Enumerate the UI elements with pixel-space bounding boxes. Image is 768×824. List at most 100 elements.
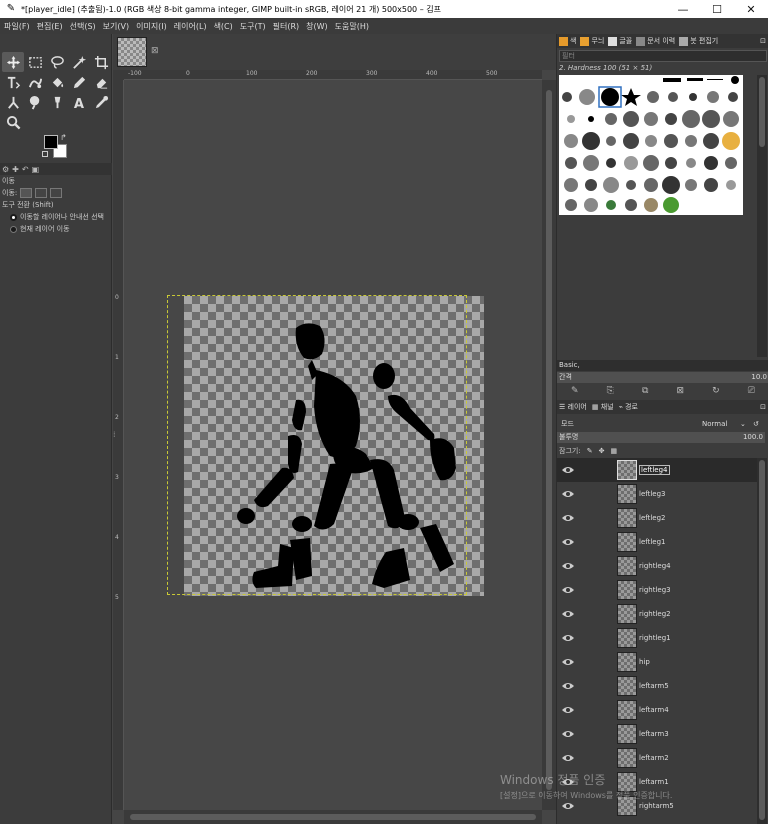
image-tab-close-icon[interactable]: ⊠	[151, 46, 159, 56]
move-selection-mode-button[interactable]	[35, 188, 48, 198]
visibility-eye-icon[interactable]	[561, 585, 575, 595]
warp-icon[interactable]	[24, 72, 46, 92]
image-layer[interactable]	[184, 296, 484, 596]
move-path-mode-button[interactable]	[50, 188, 63, 198]
horizontal-scroll-thumb[interactable]	[130, 814, 536, 820]
smudge-icon[interactable]	[24, 92, 46, 112]
open-brush-folder-icon[interactable]: ⎚	[748, 386, 755, 396]
reset-colors-icon[interactable]	[42, 151, 48, 157]
menu-image[interactable]: 이미지(I)	[136, 21, 167, 32]
mode-reset-icon[interactable]: ↺	[753, 420, 759, 428]
canvas-expand-handle-icon[interactable]: ⁞	[113, 430, 116, 439]
option-pick-layer[interactable]: 이동할 레이어나 안내선 선택	[0, 211, 112, 223]
layer-name[interactable]: rightleg1	[639, 634, 671, 642]
visibility-eye-icon[interactable]	[561, 537, 575, 547]
brush-scrollbar[interactable]	[757, 75, 767, 357]
zoom-icon[interactable]	[2, 112, 24, 132]
pencil-icon[interactable]	[68, 72, 90, 92]
image-tab-thumbnail[interactable]	[117, 37, 147, 67]
images-tab-icon[interactable]: ▣	[32, 165, 40, 174]
lock-position-icon[interactable]: ✥	[599, 447, 605, 455]
tab-colors[interactable]: 색	[559, 36, 576, 46]
tab-channels[interactable]: ▦ 채널	[592, 402, 614, 412]
layer-row[interactable]: rightarm5	[557, 794, 757, 818]
layer-row[interactable]: leftleg4	[557, 458, 757, 482]
tab-document-history[interactable]: 문서 이력	[636, 36, 675, 46]
swap-colors-icon[interactable]: ↱	[60, 133, 67, 142]
eraser-icon[interactable]	[90, 72, 112, 92]
brush-scroll-thumb[interactable]	[759, 77, 765, 147]
layer-list-scroll-thumb[interactable]	[759, 460, 765, 820]
horizontal-scrollbar[interactable]	[124, 810, 542, 824]
layer-row[interactable]: leftarm3	[557, 722, 757, 746]
lock-alpha-icon[interactable]: ▦	[610, 447, 617, 455]
menu-windows[interactable]: 창(W)	[306, 21, 328, 32]
option-move-active[interactable]: 현재 레이어 이동	[0, 223, 112, 235]
tab-paths[interactable]: ⌁ 경로	[619, 402, 638, 412]
tab-brush-editor[interactable]: 붓 편집기	[679, 36, 718, 46]
layer-row[interactable]: leftleg3	[557, 482, 757, 506]
tool-options-tab-icon[interactable]: ⚙	[2, 165, 9, 174]
vertical-scrollbar[interactable]	[542, 80, 556, 810]
clone-icon[interactable]	[2, 92, 24, 112]
tab-patterns[interactable]: 무늬	[580, 36, 604, 46]
menu-view[interactable]: 보기(V)	[103, 21, 129, 32]
brush-filter-input[interactable]: 필터	[559, 50, 767, 62]
layer-row[interactable]: leftarm2	[557, 746, 757, 770]
lock-pixels-icon[interactable]: ✎	[587, 447, 593, 455]
menu-select[interactable]: 선택(S)	[70, 21, 96, 32]
layer-name[interactable]: leftarm4	[639, 706, 669, 714]
visibility-eye-icon[interactable]	[561, 681, 575, 691]
layer-name[interactable]: leftarm3	[639, 730, 669, 738]
visibility-eye-icon[interactable]	[561, 609, 575, 619]
visibility-eye-icon[interactable]	[561, 657, 575, 667]
layer-name[interactable]: leftarm5	[639, 682, 669, 690]
layer-name[interactable]: rightleg2	[639, 610, 671, 618]
layer-row[interactable]: leftarm5	[557, 674, 757, 698]
transform-icon[interactable]	[2, 72, 24, 92]
layer-name[interactable]: leftleg3	[639, 490, 666, 498]
layer-name[interactable]: leftleg1	[639, 538, 666, 546]
menu-help[interactable]: 도움말(H)	[335, 21, 369, 32]
undo-history-tab-icon[interactable]: ↶	[22, 165, 29, 174]
visibility-eye-icon[interactable]	[561, 729, 575, 739]
layer-name[interactable]: leftarm2	[639, 754, 669, 762]
visibility-eye-icon[interactable]	[561, 465, 575, 475]
minimize-button[interactable]: —	[666, 0, 700, 18]
new-brush-icon[interactable]: ⎘	[607, 386, 614, 396]
bucket-fill-icon[interactable]	[46, 72, 68, 92]
vertical-scroll-thumb[interactable]	[546, 90, 552, 790]
menu-edit[interactable]: 편집(E)	[37, 21, 63, 32]
layer-name[interactable]: leftleg4	[639, 465, 670, 475]
layer-name[interactable]: leftleg2	[639, 514, 666, 522]
horizontal-ruler[interactable]: -100 0 100 200 300 400 500	[124, 70, 542, 80]
tab-fonts[interactable]: 글꼴	[608, 36, 632, 46]
layer-row[interactable]: rightleg4	[557, 554, 757, 578]
layer-list-scrollbar[interactable]	[757, 458, 767, 824]
device-status-tab-icon[interactable]: ✚	[12, 165, 19, 174]
visibility-eye-icon[interactable]	[561, 513, 575, 523]
layer-name[interactable]: rightleg4	[639, 562, 671, 570]
layer-row[interactable]: leftarm4	[557, 698, 757, 722]
layer-row[interactable]: rightleg3	[557, 578, 757, 602]
refresh-brushes-icon[interactable]: ↻	[712, 386, 720, 396]
layers-dock-menu-icon[interactable]: ⊡	[760, 403, 766, 411]
spacing-slider[interactable]: 간격 10.0	[557, 372, 768, 383]
foreground-color[interactable]	[44, 135, 58, 149]
visibility-eye-icon[interactable]	[561, 801, 575, 811]
close-button[interactable]: ✕	[734, 0, 768, 18]
layer-row[interactable]: leftleg1	[557, 530, 757, 554]
radio-move-active[interactable]	[10, 225, 17, 233]
visibility-eye-icon[interactable]	[561, 489, 575, 499]
mode-dropdown-icon[interactable]: ⌄	[740, 420, 746, 428]
crop-icon[interactable]	[90, 52, 112, 72]
ruler-corner[interactable]	[113, 70, 124, 80]
layer-row[interactable]: rightleg2	[557, 602, 757, 626]
menu-colors[interactable]: 색(C)	[214, 21, 233, 32]
visibility-eye-icon[interactable]	[561, 633, 575, 643]
move-layer-mode-button[interactable]	[20, 188, 33, 198]
mode-select[interactable]: Normal	[702, 420, 738, 428]
layer-name[interactable]: rightarm5	[639, 802, 674, 810]
dodge-burn-icon[interactable]	[46, 92, 68, 112]
maximize-button[interactable]: ☐	[700, 0, 734, 18]
